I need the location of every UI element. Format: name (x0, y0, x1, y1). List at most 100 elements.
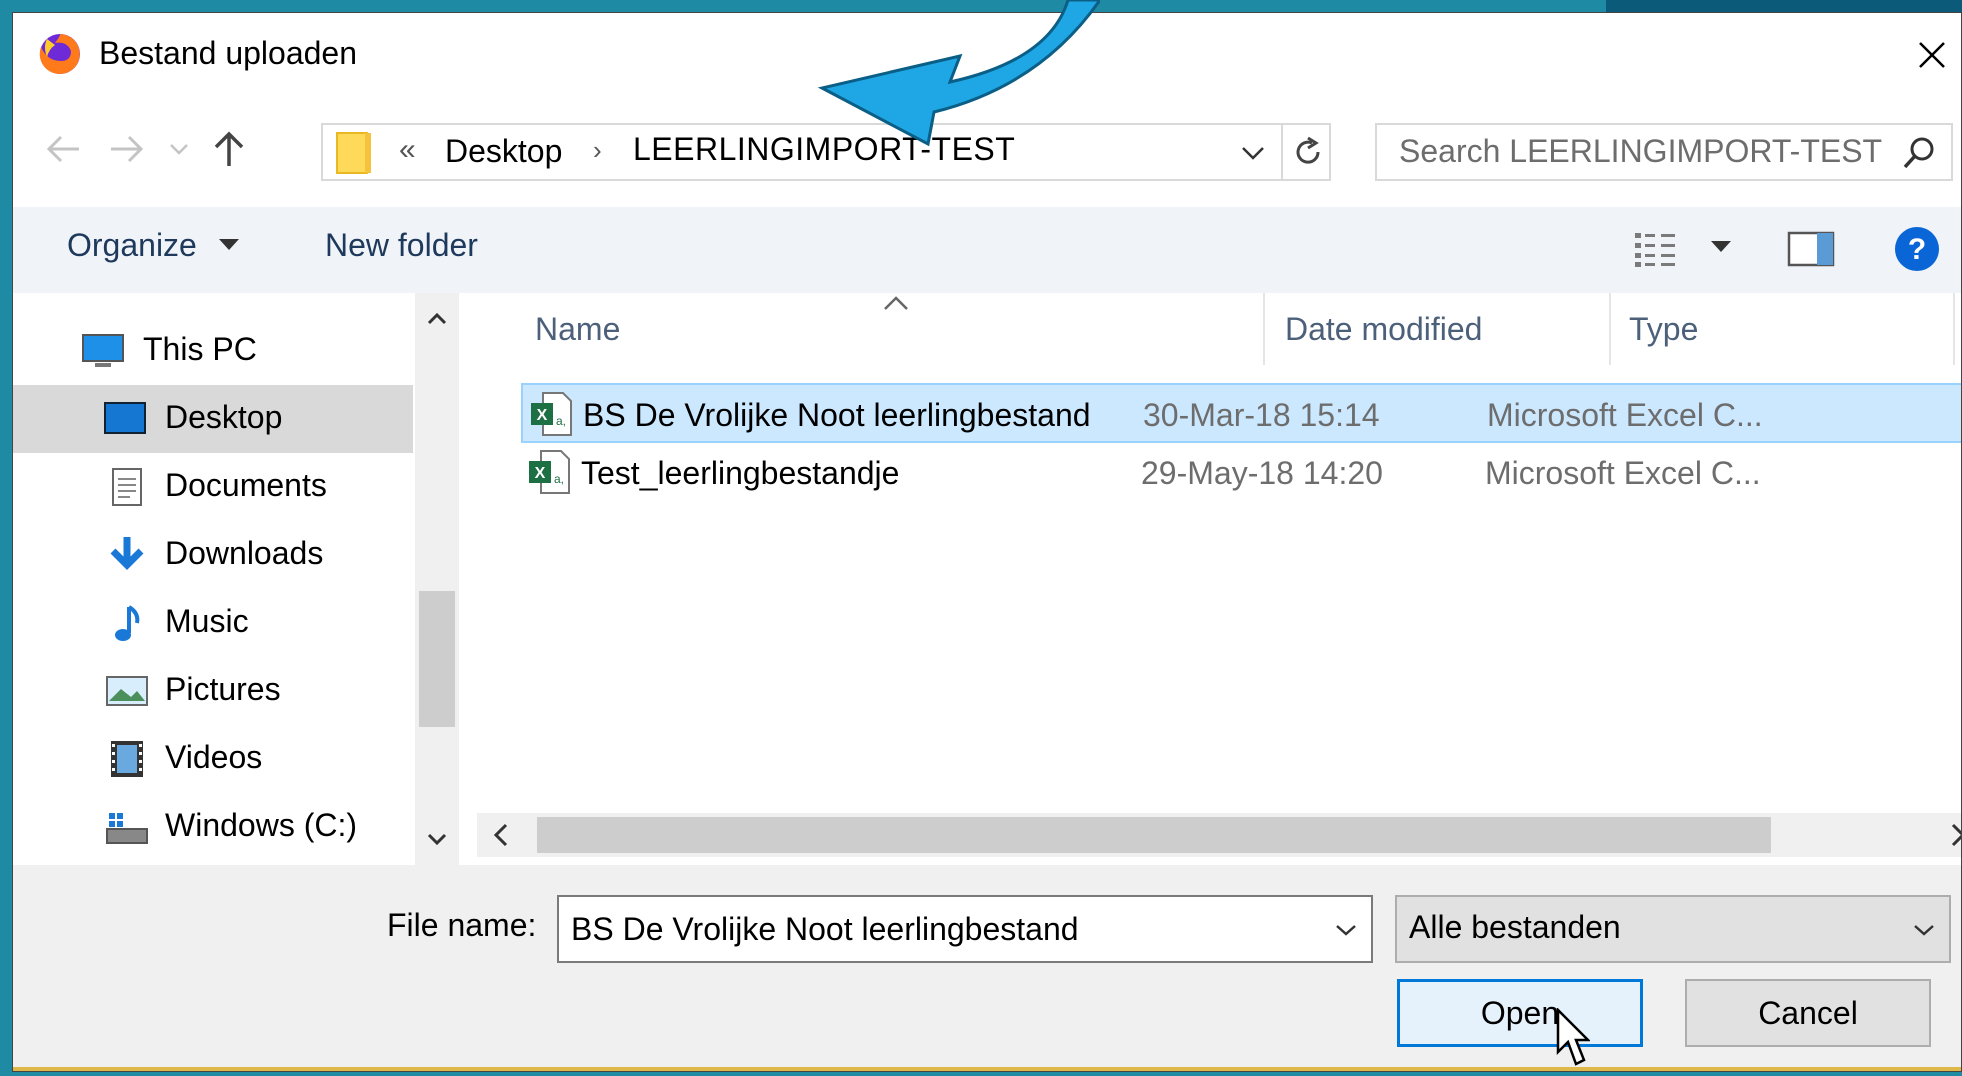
column-header-date-modified[interactable]: Date modified (1285, 311, 1482, 348)
address-dropdown-button[interactable] (1235, 137, 1271, 169)
scrollbar-thumb[interactable] (419, 591, 455, 727)
chevron-right-icon (1951, 823, 1961, 847)
svg-text:X: X (537, 407, 548, 424)
forward-button[interactable] (105, 127, 149, 171)
open-button[interactable]: Open (1397, 979, 1643, 1047)
organize-caret-icon[interactable] (219, 239, 239, 250)
documents-icon (112, 468, 142, 506)
close-button[interactable] (1903, 13, 1961, 97)
folder-icon (336, 132, 371, 174)
close-icon (1919, 42, 1945, 68)
file-type-filter-value: Alle bestanden (1409, 909, 1621, 945)
scroll-left-button[interactable] (481, 815, 521, 855)
column-header-name[interactable]: Name (535, 311, 620, 348)
up-arrow-icon (214, 131, 244, 166)
nav-item-windows-c[interactable]: Windows (C:) (13, 793, 413, 861)
music-icon (115, 605, 140, 641)
file-name: Test_leerlingbestandje (581, 455, 900, 491)
nav-item-videos[interactable]: Videos (13, 725, 413, 793)
cancel-button[interactable]: Cancel (1685, 979, 1931, 1047)
file-type: Microsoft Excel C... (1485, 455, 1761, 491)
excel-csv-icon: X a, (531, 392, 572, 436)
nav-item-desktop[interactable]: Desktop (13, 385, 413, 453)
downloads-icon (110, 537, 144, 570)
nav-item-label: This PC (143, 331, 257, 367)
help-icon[interactable]: ? (1893, 225, 1941, 273)
column-separator[interactable] (1953, 293, 1955, 365)
this-pc-icon (82, 334, 124, 367)
up-button[interactable] (207, 127, 251, 171)
file-type-dropdown-button[interactable] (1909, 915, 1939, 945)
desktop-icon (104, 402, 146, 434)
scroll-right-button[interactable] (1943, 815, 1961, 855)
firefox-icon (39, 34, 80, 74)
file-list-horizontal-scrollbar[interactable] (477, 813, 1961, 857)
search-box[interactable]: Search LEERLINGIMPORT-TEST (1375, 123, 1953, 181)
search-input[interactable]: Search LEERLINGIMPORT-TEST (1399, 133, 1882, 170)
nav-item-label: Music (165, 603, 249, 639)
recent-locations-chevron-icon (170, 144, 188, 155)
command-toolbar: Organize New folder ? (13, 207, 1961, 294)
file-row[interactable]: X a, Test_leerlingbestandje 29-May-18 14… (521, 443, 1961, 503)
back-button[interactable] (41, 127, 85, 171)
file-name-dropdown-button[interactable] (1331, 915, 1361, 945)
address-overflow[interactable]: « (399, 133, 416, 167)
excel-csv-icon: X a, (529, 450, 570, 494)
file-date-modified: 29-May-18 14:20 (1141, 455, 1383, 491)
videos-icon (111, 741, 143, 777)
preview-pane-icon[interactable] (1787, 229, 1835, 269)
details-view-icon[interactable] (1633, 229, 1677, 269)
address-separator[interactable]: › (593, 135, 602, 166)
file-name-field[interactable]: BS De Vrolijke Noot leerlingbestand (557, 895, 1373, 963)
chevron-down-icon (427, 833, 447, 846)
background-window-strip (1606, 0, 1962, 12)
forward-arrow-icon (111, 135, 144, 163)
mouse-pointer-icon (1556, 1008, 1590, 1066)
chevron-down-icon (1914, 925, 1934, 936)
refresh-button[interactable] (1281, 125, 1333, 179)
file-name-value[interactable]: BS De Vrolijke Noot leerlingbestand (571, 911, 1079, 948)
column-separator[interactable] (1263, 293, 1265, 365)
nav-item-downloads[interactable]: Downloads (13, 521, 413, 589)
organize-button[interactable]: Organize (67, 227, 197, 264)
scroll-down-button[interactable] (415, 819, 459, 859)
chevron-down-icon (1336, 925, 1356, 936)
nav-item-music[interactable]: Music (13, 589, 413, 657)
file-list: Name Date modified Type X a, BS De Vroli… (477, 293, 1961, 865)
nav-item-label: Downloads (165, 535, 324, 571)
scrollbar-thumb[interactable] (537, 817, 1771, 853)
file-name: BS De Vrolijke Noot leerlingbestand (583, 397, 1091, 433)
refresh-icon (1296, 136, 1320, 164)
view-options-caret-icon[interactable] (1711, 241, 1731, 252)
dialog-edge (13, 1067, 1961, 1071)
file-type-filter[interactable]: Alle bestanden (1395, 895, 1951, 963)
file-row[interactable]: X a, BS De Vrolijke Noot leerlingbestand… (521, 383, 1961, 443)
pictures-icon (106, 676, 148, 706)
column-header-type[interactable]: Type (1629, 311, 1698, 348)
svg-text:a,: a, (556, 414, 566, 428)
new-folder-button[interactable]: New folder (325, 227, 478, 264)
annotation-arrow-icon (817, 0, 1100, 147)
nav-item-label: Videos (165, 739, 263, 775)
dialog-footer: File name: BS De Vrolijke Noot leerlingb… (13, 865, 1961, 1071)
drive-icon (106, 813, 148, 844)
recent-locations-button[interactable] (165, 127, 193, 171)
file-date-modified: 30-Mar-18 15:14 (1143, 397, 1380, 433)
nav-item-label: Desktop (165, 399, 283, 435)
pane-splitter[interactable] (463, 293, 477, 865)
svg-text:a,: a, (554, 472, 564, 486)
nav-item-this-pc[interactable]: This PC (13, 317, 413, 385)
search-icon (1903, 137, 1934, 169)
window-title: Bestand uploaden (99, 35, 357, 71)
svg-text:?: ? (1908, 233, 1926, 266)
nav-item-label: Windows (C:) (165, 807, 358, 843)
scroll-up-button[interactable] (415, 299, 459, 339)
nav-item-label: Pictures (165, 671, 281, 707)
chevron-left-icon (493, 823, 508, 847)
nav-item-documents[interactable]: Documents (13, 453, 413, 521)
address-segment-desktop[interactable]: Desktop (445, 133, 562, 170)
nav-pane-scrollbar[interactable] (415, 293, 459, 865)
nav-item-pictures[interactable]: Pictures (13, 657, 413, 725)
column-separator[interactable] (1609, 293, 1611, 365)
navigation-pane: This PC Desktop Documents Downloads Musi… (13, 293, 463, 865)
